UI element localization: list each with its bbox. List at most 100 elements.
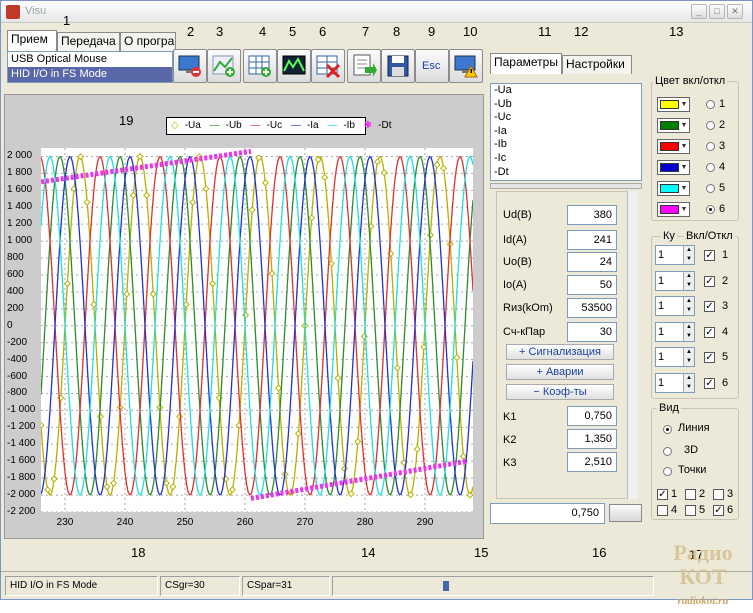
color-picker[interactable]: ▼	[657, 118, 690, 133]
k3-input[interactable]: 2,510	[567, 452, 617, 472]
channel-list[interactable]: -Ua -Ub -Uc -Ia -Ib -Ic -Dt	[490, 83, 642, 181]
tab-about[interactable]: О програ	[120, 32, 176, 51]
tab-receive[interactable]: Прием	[7, 30, 57, 51]
table-delete-button[interactable]	[311, 49, 345, 83]
k2-input[interactable]: 1,350	[567, 429, 617, 449]
callout-number: 8	[393, 24, 401, 39]
channel-item[interactable]: -Ub	[491, 98, 641, 112]
callout-number: 12	[574, 24, 589, 39]
section-signal-button[interactable]: + Сигнализация	[506, 344, 614, 360]
y-tick-label: -2 000	[7, 489, 36, 501]
legend-item: -Ib	[343, 120, 355, 131]
table-add-button[interactable]	[243, 49, 277, 83]
color-radio[interactable]	[706, 163, 715, 172]
view-channel-checkbox[interactable]	[713, 489, 724, 500]
save-button[interactable]	[381, 49, 415, 83]
color-radio[interactable]	[706, 205, 715, 214]
channel-checkbox[interactable]: ✓	[704, 377, 715, 389]
spinner-arrows-icon[interactable]: ▲ ▼	[683, 246, 694, 264]
channel-checkbox[interactable]: ✓	[704, 275, 715, 287]
channel-checkbox[interactable]: ✓	[704, 352, 715, 363]
tab-transmit[interactable]: Передача	[57, 32, 120, 51]
view-channel-checkbox[interactable]	[685, 505, 696, 516]
ky-spinner[interactable]: 1 ▲ ▼	[655, 347, 695, 367]
spinner-arrows-icon[interactable]: ▲ ▼	[683, 348, 694, 366]
callout-number: 18	[131, 545, 146, 560]
monitor-remove-button[interactable]	[173, 49, 207, 83]
counter-input[interactable]: 30	[567, 322, 617, 342]
x-tick-label: 230	[56, 517, 74, 528]
color-radio[interactable]	[706, 142, 715, 151]
y-tick-label: 1 400	[7, 201, 33, 213]
section-alarms-button[interactable]: + Аварии	[506, 364, 614, 380]
line-chart[interactable]	[41, 148, 473, 512]
k1-input[interactable]: 0,750	[567, 406, 617, 426]
channel-item[interactable]: -Ic	[491, 152, 641, 166]
color-picker[interactable]: ▼	[657, 181, 690, 196]
spinner-arrows-icon[interactable]: ▲ ▼	[683, 322, 694, 341]
channel-checkbox-label: 3	[722, 300, 729, 312]
splitter[interactable]	[490, 183, 642, 189]
esc-button[interactable]: Esc	[415, 49, 449, 83]
channel-item[interactable]: -Uc	[491, 111, 641, 125]
table-add-icon	[248, 55, 271, 77]
ky-title: Ку	[661, 230, 677, 242]
waveform-button[interactable]	[277, 49, 311, 83]
view-channel-checkbox[interactable]	[657, 505, 668, 516]
view-channel-checkbox[interactable]: ✓	[713, 505, 724, 516]
channel-item[interactable]: -Ib	[491, 138, 641, 152]
callout-number: 4	[259, 24, 267, 39]
channel-checkbox[interactable]: ✓	[704, 301, 715, 312]
params-scrollbar[interactable]	[627, 191, 638, 499]
view-line-radio[interactable]	[663, 425, 672, 434]
channel-item[interactable]: -Dt	[491, 166, 641, 180]
color-picker[interactable]: ▼	[657, 160, 690, 175]
app-icon	[6, 5, 20, 19]
view-channel-checkbox[interactable]: ✓	[657, 489, 668, 500]
ky-spinner[interactable]: 1 ▲ ▼	[655, 372, 695, 393]
view-channel-checkbox[interactable]	[685, 489, 696, 500]
ky-spinner[interactable]: 1 ▲ ▼	[655, 270, 695, 291]
channel-item[interactable]: -Ua	[491, 84, 641, 98]
color-picker[interactable]: ▼	[657, 202, 690, 217]
channel-checkbox[interactable]: ✓	[704, 250, 715, 261]
id-input[interactable]: 241	[567, 230, 617, 250]
maximize-button[interactable]: □	[709, 4, 725, 19]
chart-add-button[interactable]	[207, 49, 241, 83]
ky-spinner[interactable]: 1 ▲ ▼	[655, 245, 695, 265]
view-points-radio[interactable]	[663, 467, 672, 476]
color-radio[interactable]	[706, 100, 715, 109]
minimize-button[interactable]: _	[691, 4, 707, 19]
color-radio[interactable]	[706, 121, 715, 130]
color-picker[interactable]: ▼	[657, 97, 690, 112]
spinner-arrows-icon[interactable]: ▲ ▼	[683, 297, 694, 315]
color-radio[interactable]	[706, 184, 715, 193]
x-tick-label: 260	[236, 517, 254, 528]
view-3d-radio[interactable]	[663, 447, 672, 456]
device-item[interactable]: USB Optical Mouse	[8, 52, 172, 67]
close-button[interactable]: ✕	[727, 4, 743, 19]
ky-spinner[interactable]: 1 ▲ ▼	[655, 321, 695, 342]
device-item-selected[interactable]: HID I/O in FS Mode	[8, 67, 172, 82]
channel-checkbox[interactable]: ✓	[704, 326, 715, 338]
apply-button[interactable]	[609, 504, 642, 522]
tab-settings[interactable]: Настройки	[562, 55, 632, 74]
spinner-arrows-icon[interactable]: ▲ ▼	[683, 373, 694, 392]
warning-monitor-button[interactable]	[449, 49, 483, 83]
device-list[interactable]: USB Optical Mouse HID I/O in FS Mode	[7, 51, 173, 83]
io-input[interactable]: 50	[567, 275, 617, 295]
ky-spinner[interactable]: 1 ▲ ▼	[655, 296, 695, 316]
uo-input[interactable]: 24	[567, 252, 617, 272]
color-picker[interactable]: ▼	[657, 139, 690, 154]
spinner-arrows-icon[interactable]: ▲ ▼	[683, 271, 694, 290]
riz-input[interactable]: 53500	[567, 298, 617, 318]
callout-number: 6	[319, 24, 327, 39]
channel-item[interactable]: -Ia	[491, 125, 641, 139]
watermark-logo: Радио КОТ radiokot.ru	[673, 540, 733, 608]
tab-parameters[interactable]: Параметры	[490, 53, 562, 74]
value-display[interactable]: 0,750	[490, 503, 605, 524]
section-coefs-button[interactable]: − Коэф-ты	[506, 384, 614, 400]
ud-input[interactable]: 380	[567, 205, 617, 225]
export-button[interactable]	[347, 49, 381, 83]
chart-legend: ◇ -Ua — -Ub — -Uc — -Ia — -Ib ✱ -Dt	[166, 117, 392, 135]
